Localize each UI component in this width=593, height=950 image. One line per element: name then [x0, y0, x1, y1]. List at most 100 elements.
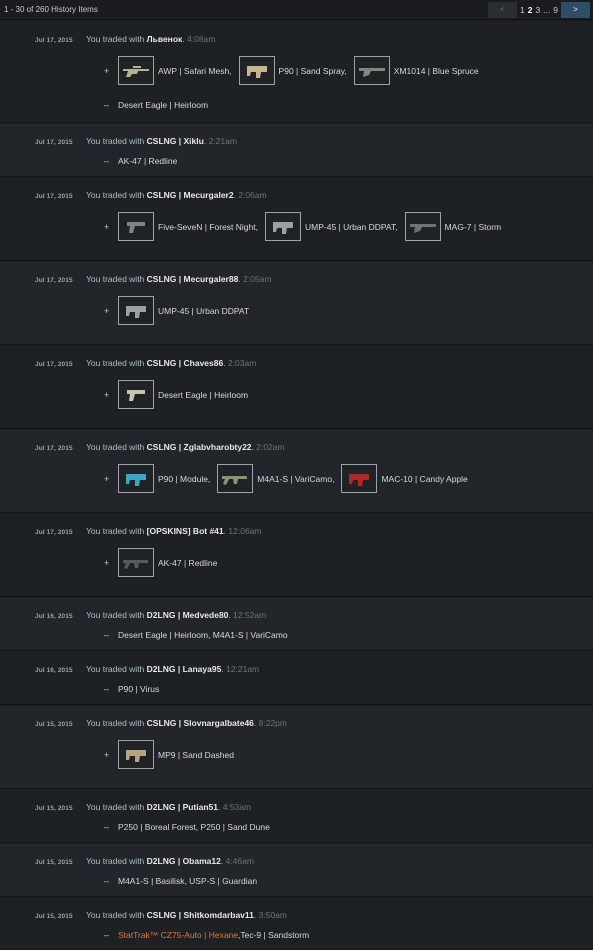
trade-time: 4:46am [225, 856, 254, 866]
given-items: – Desert Eagle | Heirloom, M4A1-S | VariC… [104, 630, 288, 640]
trade-row: Jul 15, 2015 You traded with CSLNG | Shit… [0, 898, 593, 950]
page-link-3[interactable]: 3 [535, 5, 540, 15]
page-link-1[interactable]: 1 [520, 5, 525, 15]
trade-description: You traded with D2LNG | Putian51. 4:53am [86, 802, 251, 812]
prev-page-button[interactable]: < [487, 1, 517, 18]
trade-row: Jul 17, 2015 You traded with Львенок. 4:0… [0, 22, 593, 123]
minus-sign: – [104, 684, 110, 694]
received-item[interactable]: M4A1-S | VariCamo, [217, 464, 334, 493]
received-item[interactable]: Five-SeveN | Forest Night, [118, 212, 258, 241]
given-items: – StatTrak™ CZ75-Auto | Hexane, Tec-9 | S… [104, 930, 309, 940]
trade-row: Jul 15, 2015 You traded with D2LNG | Obam… [0, 844, 593, 897]
trade-row: Jul 16, 2015 You traded with D2LNG | Medv… [0, 598, 593, 651]
trade-time: 12:21am [226, 664, 260, 674]
trade-date: Jul 17, 2015 [35, 277, 73, 284]
trade-partner-link[interactable]: CSLNG | Zglabvharobty22 [147, 442, 252, 452]
pagination: < 1 2 3 ... 9 > [487, 1, 590, 18]
trade-partner-link[interactable]: CSLNG | Xiklu [147, 136, 204, 146]
received-item[interactable]: UMP-45 | Urban DDPAT, [265, 212, 398, 241]
received-items: + UMP-45 | Urban DDPAT [104, 296, 256, 325]
trade-time: 2:03am [227, 358, 257, 368]
minus-sign: – [104, 930, 110, 940]
item-name: AK-47 | Redline [158, 557, 218, 568]
history-header: 1 - 30 of 260 History Items < 1 2 3 ... … [0, 0, 593, 20]
trade-prefix: You traded with [86, 274, 147, 284]
received-items: + P90 | Module, M4A1-S | VariCamo, MAC-10 |… [104, 464, 475, 493]
item-name: UMP-45 | Urban DDPAT [158, 305, 250, 316]
minus-sign: – [104, 100, 110, 110]
given-items: – P250 | Boreal Forest, P250 | Sand Dune [104, 822, 270, 832]
trade-description: You traded with D2LNG | Medvede80. 12:52… [86, 610, 266, 620]
trade-row: Jul 15, 2015 You traded with CSLNG | Slov… [0, 706, 593, 789]
trade-row: Jul 16, 2015 You traded with D2LNG | Lana… [0, 652, 593, 705]
pistol-icon [118, 212, 154, 241]
item-name: Desert Eagle | Heirloom [158, 389, 249, 400]
given-item-names: Desert Eagle | Heirloom [118, 100, 209, 110]
trade-partner-link[interactable]: CSLNG | Mecurgaler2 [147, 190, 234, 200]
trade-date: Jul 17, 2015 [35, 139, 73, 146]
minus-sign: – [104, 630, 110, 640]
plus-sign: + [104, 65, 110, 76]
received-item[interactable]: Desert Eagle | Heirloom [118, 380, 248, 409]
trade-date: Jul 15, 2015 [35, 805, 73, 812]
trade-row: Jul 17, 2015 You traded with CSLNG | Zgla… [0, 430, 593, 513]
received-item[interactable]: UMP-45 | Urban DDPAT [118, 296, 249, 325]
trade-partner-link[interactable]: Львенок [147, 34, 183, 44]
trade-time: 2:21am [208, 136, 237, 146]
trade-date: Jul 17, 2015 [35, 445, 73, 452]
trade-row: Jul 17, 2015 You traded with CSLNG | Chav… [0, 346, 593, 429]
received-item[interactable]: P90 | Sand Spray, [238, 56, 347, 85]
trade-prefix: You traded with [86, 610, 147, 620]
trade-row: Jul 17, 2015 You traded with CSLNG | Mecu… [0, 178, 593, 261]
trade-description: You traded with Львенок. 4:08am [86, 34, 215, 44]
received-items: + MP9 | Sand Dashed [104, 740, 241, 769]
received-item[interactable]: AK-47 | Redline [118, 548, 217, 577]
trade-description: You traded with [OPSKINS] Bot #41. 12:06… [86, 526, 261, 536]
trade-prefix: You traded with [86, 856, 147, 866]
smg-icon [238, 56, 275, 85]
trade-time: 4:53am [222, 802, 252, 812]
history-count: 1 - 30 of 260 History Items [4, 5, 98, 14]
trade-date: Jul 15, 2015 [35, 913, 73, 920]
received-items: + Five-SeveN | Forest Night, UMP-45 | Urba… [104, 212, 508, 241]
trade-description: You traded with CSLNG | Mecurgaler2. 2:0… [86, 190, 267, 200]
minus-sign: – [104, 156, 110, 166]
trade-description: You traded with D2LNG | Obama12. 4:46am [86, 856, 254, 866]
received-item[interactable]: MAG-7 | Storm [404, 212, 501, 241]
trade-partner-link[interactable]: CSLNG | Chaves86 [147, 358, 224, 368]
trade-prefix: You traded with [86, 718, 147, 728]
trade-partner-link[interactable]: CSLNG | Mecurgaler88 [147, 274, 239, 284]
trade-partner-link[interactable]: [OPSKINS] Bot #41 [147, 526, 224, 536]
trade-time: 2:05am [243, 274, 272, 284]
trade-partner-link[interactable]: D2LNG | Obama12 [147, 856, 221, 866]
trade-time: 12:52am [233, 610, 267, 620]
received-item[interactable]: P90 | Module, [118, 464, 210, 493]
next-page-button[interactable]: > [561, 1, 590, 18]
pistol-icon [118, 380, 154, 409]
given-item-name: Tec-9 | Sandstorm [240, 930, 310, 940]
trade-partner-link[interactable]: CSLNG | Shitkomdarbav11 [147, 910, 254, 920]
plus-sign: + [104, 557, 110, 568]
trade-description: You traded with D2LNG | Lanaya95. 12:21a… [86, 664, 259, 674]
trade-partner-link[interactable]: D2LNG | Lanaya95 [147, 664, 222, 674]
page-link-9[interactable]: 9 [553, 5, 558, 15]
received-item[interactable]: AWP | Safari Mesh, [118, 56, 232, 85]
trade-prefix: You traded with [86, 136, 147, 146]
trade-partner-link[interactable]: D2LNG | Medvede80 [147, 610, 229, 620]
received-item[interactable]: XM1014 | Blue Spruce [353, 56, 479, 85]
trade-date: Jul 17, 2015 [35, 361, 73, 368]
trade-date: Jul 17, 2015 [35, 193, 73, 200]
trade-description: You traded with CSLNG | Shitkomdarbav11.… [86, 910, 287, 920]
given-item-names: P250 | Boreal Forest, P250 | Sand Dune [118, 822, 270, 832]
plus-sign: + [104, 389, 110, 400]
received-item[interactable]: MP9 | Sand Dashed [118, 740, 234, 769]
trade-partner-link[interactable]: CSLNG | Slovnargalbate46 [147, 718, 254, 728]
minus-sign: – [104, 876, 110, 886]
trade-partner-link[interactable]: D2LNG | Putian51 [147, 802, 218, 812]
stattrak-item-name: StatTrak™ CZ75-Auto | Hexane [118, 930, 238, 940]
trade-description: You traded with CSLNG | Mecurgaler88. 2:… [86, 274, 271, 284]
smg-icon [118, 740, 154, 769]
minus-sign: – [104, 822, 110, 832]
item-name: AWP | Safari Mesh, [158, 65, 232, 76]
received-item[interactable]: MAC-10 | Candy Apple [341, 464, 468, 493]
